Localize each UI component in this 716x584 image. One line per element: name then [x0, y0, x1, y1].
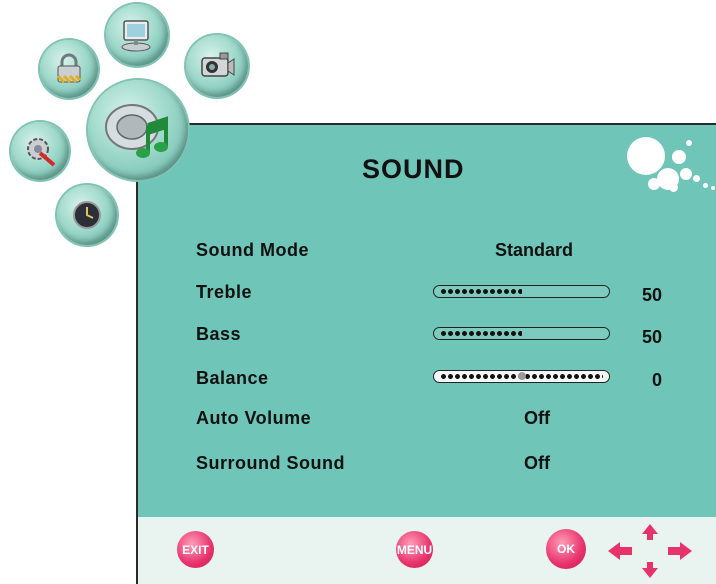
- bass-slider[interactable]: [433, 327, 610, 340]
- treble-value: 50: [642, 285, 663, 305]
- bass-slider-fill: [440, 330, 522, 337]
- sound-mode-value[interactable]: Standard: [495, 240, 573, 261]
- ok-button[interactable]: OK: [546, 529, 586, 569]
- exit-button[interactable]: EXIT: [177, 531, 214, 568]
- surround-sound-value[interactable]: Off: [524, 453, 550, 474]
- page-title: SOUND: [362, 154, 465, 184]
- tools-icon[interactable]: [11, 122, 69, 180]
- bass-value: 50: [642, 327, 663, 347]
- arrow-keys-icon[interactable]: [608, 524, 692, 578]
- menu-button[interactable]: MENU: [396, 531, 433, 568]
- sound-mode-label: Sound Mode: [196, 240, 309, 260]
- balance-slider-center: [518, 372, 526, 380]
- clock-icon[interactable]: [57, 185, 117, 245]
- bass-label: Bass: [196, 324, 242, 344]
- treble-label: Treble: [196, 282, 253, 302]
- balance-slider[interactable]: [433, 370, 610, 383]
- balance-value: 0: [652, 370, 663, 390]
- treble-slider-fill: [440, 288, 522, 295]
- auto-volume-value[interactable]: Off: [524, 408, 550, 429]
- computer-icon[interactable]: [106, 4, 168, 66]
- balance-label: Balance: [196, 368, 269, 388]
- surround-sound-label: Surround Sound: [196, 453, 345, 473]
- camera-icon[interactable]: [186, 35, 248, 97]
- auto-volume-label: Auto Volume: [196, 408, 312, 428]
- treble-slider[interactable]: [433, 285, 610, 298]
- music-note-icon[interactable]: [88, 80, 188, 180]
